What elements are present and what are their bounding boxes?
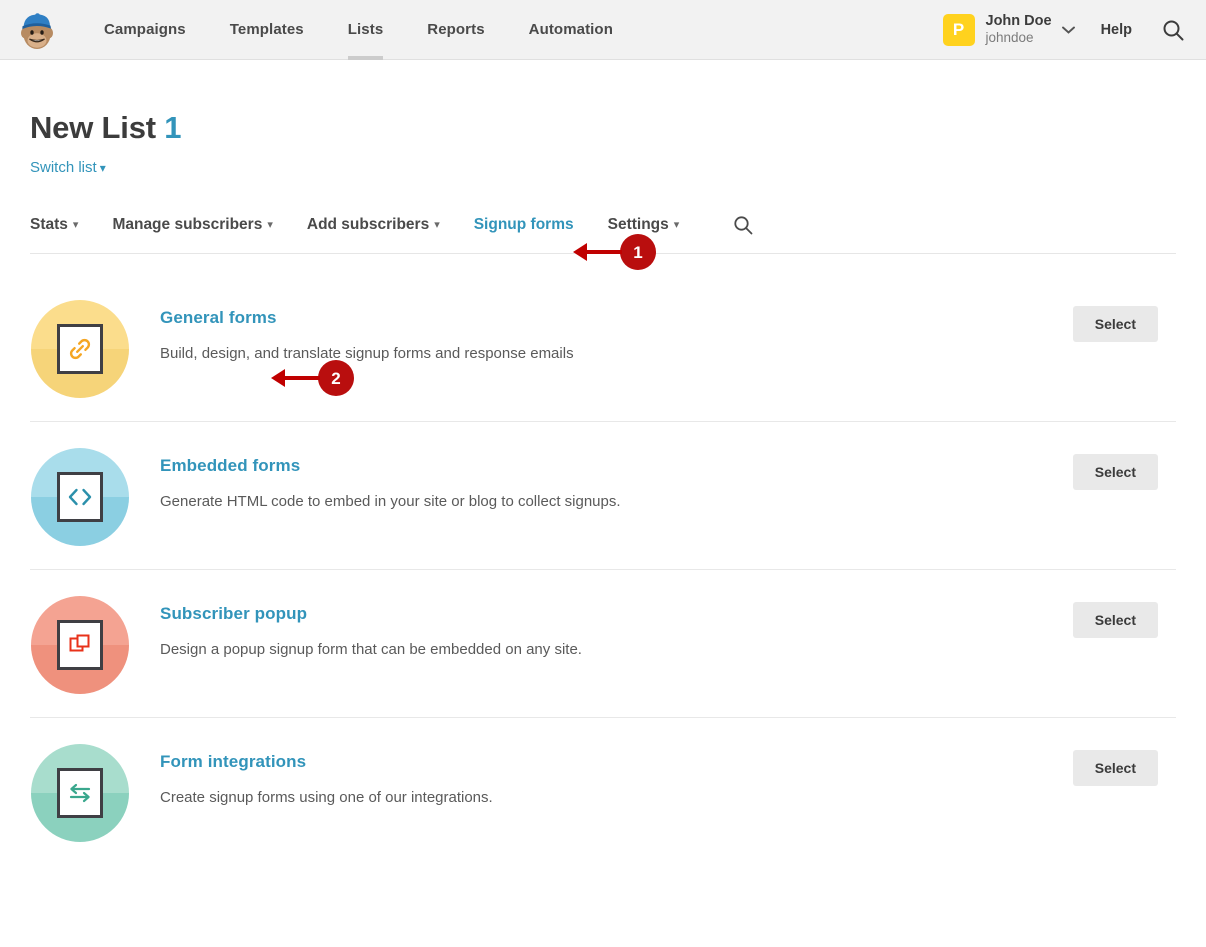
- list-item[interactable]: Embedded forms Generate HTML code to emb…: [30, 422, 1176, 570]
- tab-settings[interactable]: Settings ▾: [608, 216, 680, 234]
- tab-manage-subscribers[interactable]: Manage subscribers ▾: [112, 216, 272, 234]
- nav-item-label: Templates: [229, 21, 304, 38]
- tab-label: Manage subscribers: [112, 216, 263, 233]
- nav-item-campaigns[interactable]: Campaigns: [82, 0, 208, 60]
- tab-label: Add subscribers: [306, 216, 430, 233]
- tab-label: Stats: [30, 216, 68, 233]
- select-button[interactable]: Select: [1072, 602, 1158, 638]
- select-button[interactable]: Select: [1072, 306, 1158, 342]
- chevron-down-icon: ▾: [673, 219, 680, 231]
- tabs-bar: Stats ▾ Manage subscribers ▾ Add subscribe…: [30, 215, 1176, 254]
- row-description: Generate HTML code to embed in your site…: [160, 493, 621, 510]
- tab-add-subscribers[interactable]: Add subscribers ▾: [307, 216, 440, 234]
- list-number: 1: [164, 110, 182, 145]
- form-integrations-link[interactable]: Form integrations: [160, 752, 306, 772]
- row-description: Build, design, and translate signup form…: [160, 345, 574, 362]
- general-forms-link[interactable]: General forms: [160, 308, 277, 328]
- signup-forms-list: General forms Build, design, and transla…: [30, 274, 1176, 866]
- main-nav-links: Campaigns Templates Lists Reports Automa…: [82, 0, 635, 60]
- list-item[interactable]: Form integrations Create signup forms us…: [30, 718, 1176, 866]
- row-body: Form integrations Create signup forms us…: [130, 742, 1073, 808]
- tab-signup-forms[interactable]: Signup forms: [474, 216, 574, 234]
- code-brackets-icon: [31, 448, 129, 546]
- nav-item-label: Automation: [528, 21, 613, 38]
- nav-item-automation[interactable]: Automation: [507, 0, 635, 60]
- tabs-list: Stats ▾ Manage subscribers ▾ Add subscribe…: [30, 215, 1176, 235]
- row-action: Select: [1072, 446, 1176, 490]
- select-button[interactable]: Select: [1072, 454, 1158, 490]
- nav-item-label: Reports: [427, 21, 485, 38]
- subscriber-popup-link[interactable]: Subscriber popup: [160, 604, 307, 624]
- search-icon[interactable]: [1162, 19, 1184, 41]
- page-content: New List 1 Switch list ▾ Stats ▾ Manage su…: [0, 60, 1206, 866]
- account-area: P John Doe johndoe Help: [942, 12, 1192, 47]
- avatar[interactable]: P: [942, 13, 975, 46]
- page-title-text: New List: [30, 110, 156, 145]
- list-item[interactable]: General forms Build, design, and transla…: [30, 274, 1176, 422]
- nav-item-label: Lists: [347, 21, 384, 38]
- top-navigation-bar: Campaigns Templates Lists Reports Automa…: [0, 0, 1206, 60]
- tab-label: Signup forms: [473, 216, 574, 233]
- tab-label: Settings: [607, 216, 669, 233]
- row-action: Select: [1072, 298, 1176, 342]
- link-chain-icon: [31, 300, 129, 398]
- switch-list-label: Switch list: [30, 159, 97, 176]
- page-title: New List 1: [30, 110, 1176, 146]
- help-link[interactable]: Help: [1101, 22, 1132, 38]
- row-icon-wrap: [30, 594, 130, 694]
- chevron-down-icon: ▾: [72, 219, 79, 231]
- mailchimp-freddie-logo[interactable]: [14, 7, 60, 53]
- row-body: Subscriber popup Design a popup signup f…: [130, 594, 1073, 660]
- page-header: New List 1 Switch list ▾: [30, 60, 1176, 177]
- row-action: Select: [1072, 594, 1176, 638]
- embedded-forms-link[interactable]: Embedded forms: [160, 456, 300, 476]
- nav-item-reports[interactable]: Reports: [405, 0, 506, 60]
- list-item[interactable]: Subscriber popup Design a popup signup f…: [30, 570, 1176, 718]
- row-icon-wrap: [30, 298, 130, 398]
- search-icon[interactable]: [733, 215, 753, 235]
- select-button[interactable]: Select: [1072, 750, 1158, 786]
- account-name: John Doe: [985, 13, 1052, 29]
- overlapping-squares-icon: [31, 596, 129, 694]
- account-handle: johndoe: [985, 30, 1034, 46]
- nav-item-templates[interactable]: Templates: [208, 0, 326, 60]
- row-action: Select: [1072, 742, 1176, 786]
- exchange-arrows-icon: [31, 744, 129, 842]
- chevron-down-icon: ▾: [99, 161, 106, 175]
- nav-item-label: Campaigns: [104, 21, 186, 38]
- chevron-down-icon: ▾: [434, 219, 440, 231]
- row-icon-wrap: [30, 742, 130, 842]
- account-identity[interactable]: John Doe johndoe: [986, 12, 1052, 47]
- row-icon-wrap: [30, 446, 130, 546]
- row-body: Embedded forms Generate HTML code to emb…: [130, 446, 1073, 512]
- chevron-down-icon[interactable]: [1061, 22, 1075, 37]
- tab-stats[interactable]: Stats ▾: [30, 216, 78, 234]
- nav-item-lists[interactable]: Lists: [326, 0, 406, 60]
- chevron-down-icon: ▾: [267, 219, 273, 231]
- row-description: Design a popup signup form that can be e…: [160, 641, 582, 658]
- switch-list-dropdown[interactable]: Switch list ▾: [30, 159, 106, 176]
- row-body: General forms Build, design, and transla…: [130, 298, 1073, 364]
- row-description: Create signup forms using one of our int…: [160, 789, 493, 806]
